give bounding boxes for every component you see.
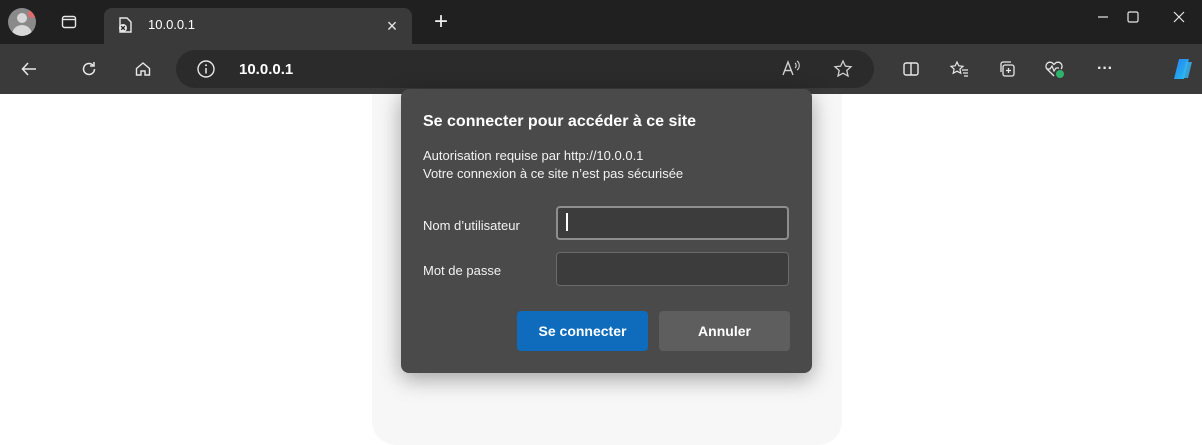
close-window-button[interactable]: [1156, 0, 1202, 34]
more-icon[interactable]: ···: [1090, 54, 1120, 84]
tab-favicon-icon: [116, 16, 134, 34]
refresh-icon[interactable]: [74, 54, 104, 84]
tab-actions-icon[interactable]: [54, 8, 84, 36]
new-tab-button[interactable]: +: [426, 8, 456, 36]
tab-active[interactable]: 10.0.0.1 ×: [104, 8, 412, 44]
collections-icon[interactable]: [992, 54, 1022, 84]
password-input[interactable]: [556, 252, 789, 286]
auth-dialog: Se connecter pour accéder à ce site Auto…: [401, 89, 812, 373]
info-icon[interactable]: [196, 59, 216, 79]
back-icon[interactable]: [14, 54, 44, 84]
split-screen-icon[interactable]: [896, 54, 926, 84]
tab-close-icon[interactable]: ×: [380, 14, 404, 38]
password-label: Mot de passe: [423, 263, 502, 278]
dialog-insecure-text: Votre connexion à ce site n’est pas sécu…: [423, 166, 684, 181]
address-bar[interactable]: 10.0.0.1: [176, 50, 874, 88]
performance-icon[interactable]: [1040, 54, 1070, 84]
text-caret: [566, 213, 568, 231]
maximize-button[interactable]: [1110, 0, 1156, 34]
profile-icon[interactable]: [8, 8, 36, 36]
cancel-button[interactable]: Annuler: [659, 311, 790, 351]
toolbar: 10.0.0.1 ···: [0, 44, 1202, 94]
dialog-auth-required-text: Autorisation requise par http://10.0.0.1: [423, 148, 644, 163]
tab-title: 10.0.0.1: [148, 17, 195, 32]
read-aloud-icon[interactable]: [780, 58, 802, 80]
tab-strip: 10.0.0.1 × +: [0, 0, 1202, 44]
username-input[interactable]: [556, 206, 789, 240]
sign-in-button[interactable]: Se connecter: [517, 311, 648, 351]
username-label: Nom d’utilisateur: [423, 218, 520, 233]
dialog-title: Se connecter pour accéder à ce site: [423, 113, 697, 130]
favorites-icon[interactable]: [944, 54, 974, 84]
home-icon[interactable]: [128, 54, 158, 84]
favorite-star-icon[interactable]: [832, 58, 854, 80]
copilot-icon[interactable]: [1168, 54, 1198, 84]
address-url[interactable]: 10.0.0.1: [239, 61, 293, 78]
